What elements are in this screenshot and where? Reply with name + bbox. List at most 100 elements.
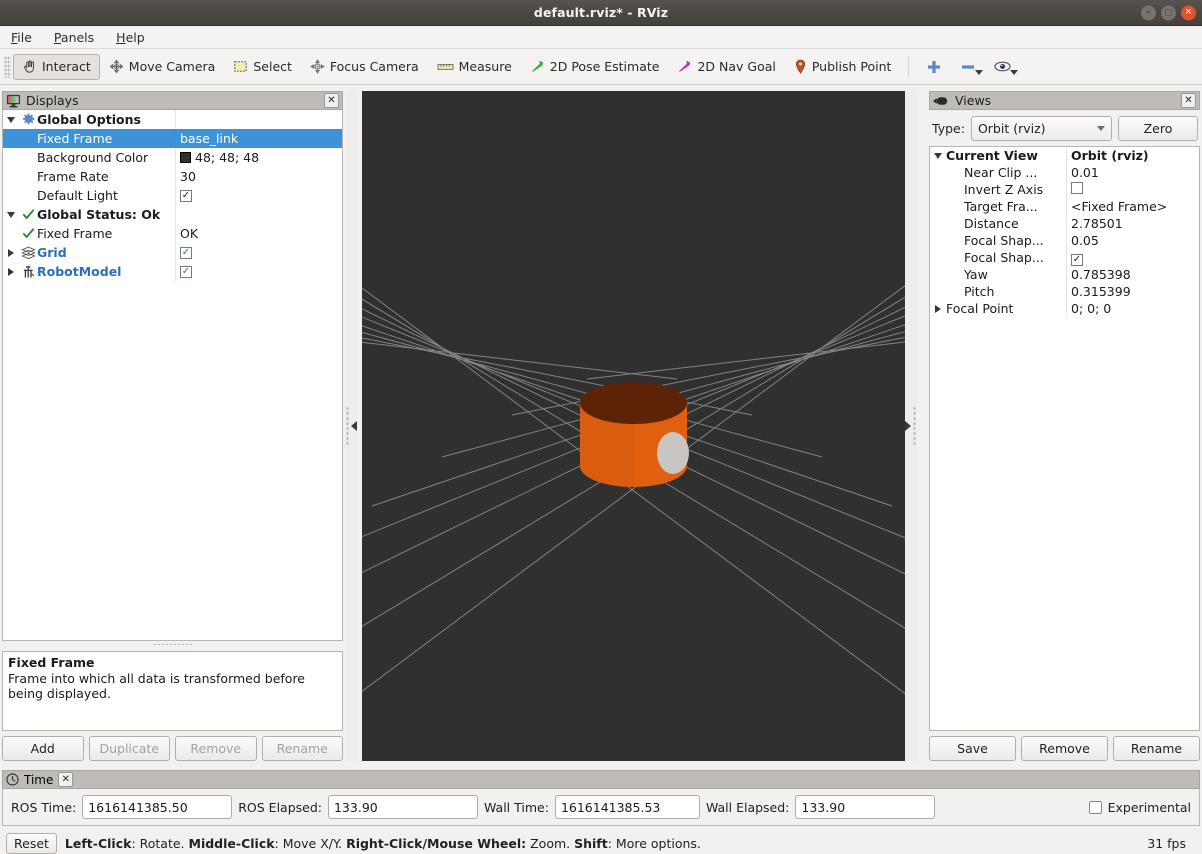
view-row-distance[interactable]: Distance 2.78501 (930, 215, 1199, 232)
tool-2d-nav-goal[interactable]: 2D Nav Goal (668, 54, 784, 80)
view-row-target-frame[interactable]: Target Fra... <Fixed Frame> (930, 198, 1199, 215)
color-swatch (180, 152, 191, 163)
tree-row-global-status[interactable]: Global Status: Ok (3, 205, 342, 224)
experimental-checkbox[interactable] (1088, 800, 1102, 814)
add-display-button[interactable]: Add (2, 736, 84, 761)
views-property-tree[interactable]: Current View Orbit (rviz) Near Clip ... … (929, 146, 1200, 731)
select-rect-icon (233, 59, 248, 74)
view-row-focal-point[interactable]: Focal Point 0; 0; 0 (930, 300, 1199, 317)
tree-row-label: Default Light (37, 188, 118, 203)
menu-panels[interactable]: Panels (51, 29, 97, 46)
view-row-yaw[interactable]: Yaw 0.785398 (930, 266, 1199, 283)
views-panel: Views ✕ Type: Orbit (rviz) Zero Current … (929, 91, 1200, 761)
view-row-value[interactable]: 0; 0; 0 (1067, 301, 1199, 316)
toolbar-separator (908, 55, 910, 78)
tree-row-value[interactable]: 48; 48; 48 (176, 150, 342, 165)
left-panel-collapse-handle[interactable] (345, 91, 357, 761)
tree-row-value[interactable]: base_link (176, 131, 342, 146)
duplicate-display-button[interactable]: Duplicate (88, 736, 170, 761)
mouse-hint-text: Left-Click: Rotate. Middle-Click: Move X… (65, 836, 701, 851)
right-panel-collapse-handle[interactable] (905, 91, 917, 761)
tree-row-default-light[interactable]: Default Light ✓ (3, 186, 342, 205)
tree-row-name: Fixed Frame (3, 224, 176, 243)
view-row-name: Yaw (930, 266, 1067, 283)
grid-visibility-checkbox[interactable]: ✓ (180, 246, 192, 259)
view-row-value[interactable]: 0.05 (1067, 233, 1199, 248)
rename-display-button[interactable]: Rename (261, 736, 343, 761)
ros-elapsed-input[interactable]: 133.90 (327, 795, 478, 819)
view-row-value[interactable]: 2.78501 (1067, 216, 1199, 231)
views-close-icon[interactable]: ✕ (1181, 93, 1196, 108)
view-row-current-view[interactable]: Current View Orbit (rviz) (930, 147, 1199, 164)
tree-row-fixed-frame[interactable]: Fixed Frame base_link (3, 129, 342, 148)
tree-row-status-fixed-frame[interactable]: Fixed Frame OK (3, 224, 342, 243)
default-light-checkbox[interactable]: ✓ (180, 189, 192, 202)
wall-elapsed-label: Wall Elapsed: (705, 799, 790, 815)
view-row-name: Current View (930, 147, 1067, 164)
add-tool-button[interactable] (917, 54, 951, 80)
rename-view-button[interactable]: Rename (1113, 736, 1200, 761)
tree-row-background-color[interactable]: Background Color 48; 48; 48 (3, 148, 342, 167)
expand-twisty-down-icon[interactable] (930, 152, 946, 159)
view-row-near-clip[interactable]: Near Clip ... 0.01 (930, 164, 1199, 181)
displays-splitter[interactable] (2, 641, 343, 647)
toolbar-grip[interactable] (4, 55, 11, 78)
zero-view-button[interactable]: Zero (1118, 116, 1198, 141)
tree-row-global-options[interactable]: Global Options (3, 110, 342, 129)
tree-row-label: Frame Rate (37, 169, 109, 184)
view-row-value[interactable]: 0.785398 (1067, 267, 1199, 282)
menu-help[interactable]: Help (113, 29, 148, 46)
view-row-focal-shape-fixed-size[interactable]: Focal Shap... ✓ (930, 249, 1199, 266)
wall-elapsed-input[interactable]: 133.90 (795, 795, 936, 819)
close-button[interactable]: ✕ (1181, 5, 1196, 20)
tool-select[interactable]: Select (224, 54, 301, 80)
tool-focus-camera[interactable]: Focus Camera (301, 54, 428, 80)
displays-tree[interactable]: Global Options Fixed Frame base_link Bac… (2, 110, 343, 641)
view-row-pitch[interactable]: Pitch 0.315399 (930, 283, 1199, 300)
expand-twisty-down-icon[interactable] (3, 116, 19, 123)
tree-row-name: Background Color (3, 148, 176, 167)
view-type-select[interactable]: Orbit (rviz) (970, 116, 1112, 141)
visibility-button[interactable] (985, 54, 1020, 80)
ros-time-input[interactable]: 1616141385.50 (82, 795, 233, 819)
view-row-focal-shape-size[interactable]: Focal Shap... 0.05 (930, 232, 1199, 249)
tree-row-frame-rate[interactable]: Frame Rate 30 (3, 167, 342, 186)
time-close-icon[interactable]: ✕ (58, 772, 74, 787)
remove-view-button[interactable]: Remove (1021, 736, 1108, 761)
view-row-invert-z-axis[interactable]: Invert Z Axis (930, 181, 1199, 198)
tool-publish-point[interactable]: Publish Point (785, 54, 901, 80)
minimize-button[interactable]: – (1141, 5, 1156, 20)
expand-twisty-right-icon[interactable] (3, 248, 19, 257)
tool-2d-pose-estimate[interactable]: 2D Pose Estimate (521, 54, 669, 80)
tree-row-value: OK (180, 226, 199, 241)
invert-z-axis-checkbox[interactable] (1071, 182, 1083, 194)
displays-close-icon[interactable]: ✕ (324, 93, 339, 108)
tool-interact[interactable]: Interact (13, 53, 100, 80)
experimental-toggle[interactable]: Experimental (1088, 800, 1191, 815)
render-viewport-3d[interactable] (362, 91, 905, 761)
reset-button[interactable]: Reset (6, 833, 57, 854)
remove-tool-icon (960, 59, 976, 75)
expand-twisty-right-icon[interactable] (930, 304, 946, 313)
focal-shape-fixed-size-checkbox[interactable]: ✓ (1071, 253, 1083, 266)
view-row-value[interactable]: <Fixed Frame> (1067, 199, 1199, 214)
view-row-value[interactable]: 0.01 (1067, 165, 1199, 180)
view-row-value: ✓ (1067, 250, 1199, 266)
menu-file[interactable]: File (8, 29, 35, 46)
tool-focus-camera-label: Focus Camera (329, 59, 419, 74)
robotmodel-visibility-checkbox[interactable]: ✓ (180, 265, 192, 278)
remove-tool-button[interactable] (951, 54, 985, 80)
wall-time-input[interactable]: 1616141385.53 (554, 795, 700, 819)
tool-move-camera[interactable]: Move Camera (100, 54, 225, 80)
remove-display-button[interactable]: Remove (175, 736, 257, 761)
tool-measure[interactable]: Measure (428, 54, 521, 80)
save-view-button[interactable]: Save (929, 736, 1016, 761)
tree-row-robotmodel[interactable]: RobotModel ✓ (3, 262, 342, 281)
tree-row-grid[interactable]: Grid ✓ (3, 243, 342, 262)
expand-twisty-right-icon[interactable] (3, 267, 19, 276)
view-row-value[interactable]: 0.315399 (1067, 284, 1199, 299)
expand-twisty-down-icon[interactable] (3, 211, 19, 218)
tree-row-value[interactable]: 30 (176, 169, 342, 184)
maximize-button[interactable]: □ (1161, 5, 1176, 20)
tree-row-value: ✓ (176, 265, 342, 278)
